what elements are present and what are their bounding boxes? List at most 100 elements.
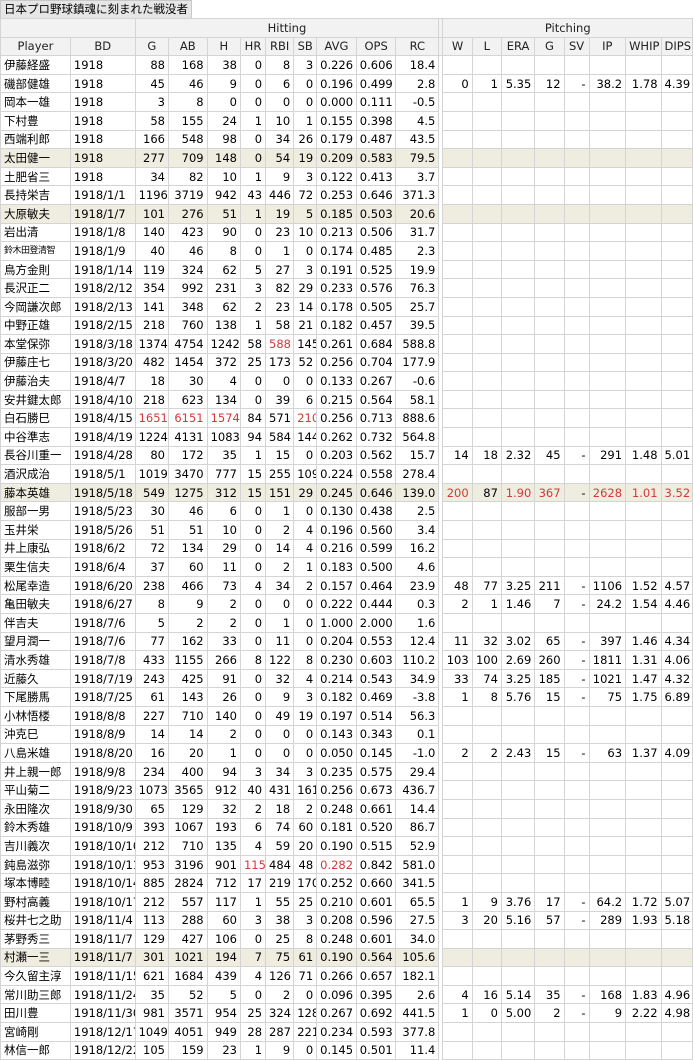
hitting-sb-cell: 3 xyxy=(293,166,318,187)
pitching-l-cell xyxy=(471,259,502,280)
pitching-w-cell xyxy=(442,352,473,373)
player-name-cell: 田川豊 xyxy=(0,1003,71,1024)
hitting-rc-cell: 581.0 xyxy=(395,854,440,875)
pitching-era-cell xyxy=(500,185,536,205)
hitting-rc-cell: 2.5 xyxy=(395,501,440,522)
pitching-g-cell xyxy=(534,203,565,224)
pitching-g-cell: 260 xyxy=(534,650,565,670)
pitching-l-cell xyxy=(471,92,502,112)
pitching-l-cell xyxy=(471,129,502,150)
hitting-rbi-cell: 34 xyxy=(265,761,295,782)
pitching-l-cell xyxy=(471,185,502,205)
pitching-ip-cell: 75 xyxy=(588,687,627,707)
pitching-whip-cell xyxy=(625,1022,662,1042)
hitting-g-cell: 981 xyxy=(134,1003,169,1024)
hitting-h-cell: 33 xyxy=(206,631,241,652)
pitching-l-cell xyxy=(471,761,502,782)
table-body: 伊藤経盛 1918 88 168 38 0 8 3 0.226 0.606 18.4 磯部健雄 1918… xyxy=(0,55,693,1060)
hitting-avg-cell: 0.155 xyxy=(316,110,357,131)
column-header-pitching-era: ERA xyxy=(500,36,536,57)
hitting-hr-cell: 8 xyxy=(239,650,267,670)
pitching-dips-cell xyxy=(660,315,693,336)
pitching-ip-cell xyxy=(588,185,627,205)
table-row: 岩出清 1918/1/8 140 423 90 0 23 10 0.213 0.506 31.7 xyxy=(0,222,693,243)
pitching-era-cell: 3.25 xyxy=(500,668,536,689)
hitting-rbi-cell: 173 xyxy=(265,352,295,373)
table-row: 白石勝巳1918/4/15165161511574845712100.2560.… xyxy=(0,408,693,429)
hitting-h-cell: 135 xyxy=(206,836,241,856)
hitting-sb-cell: 10 xyxy=(293,222,318,243)
hitting-rc-cell: 23.9 xyxy=(395,575,440,596)
pitching-whip-cell xyxy=(625,352,662,373)
hitting-sb-cell: 4 xyxy=(293,520,318,540)
pitching-w-cell xyxy=(442,1040,473,1060)
hitting-h-cell: 106 xyxy=(206,929,241,949)
hitting-avg-cell: 0.222 xyxy=(316,594,357,614)
hitting-hr-cell: 0 xyxy=(239,929,267,949)
player-name-cell: 井上親一郎 xyxy=(0,761,71,782)
pitching-whip-cell: 1.54 xyxy=(625,594,662,614)
birth-date-cell: 1918/6/27 xyxy=(69,594,136,614)
hitting-ops-cell: 2.000 xyxy=(355,613,397,633)
hitting-rc-cell: 11.4 xyxy=(395,1040,440,1060)
player-name-cell: 長持栄吉 xyxy=(0,185,71,205)
pitching-l-cell: 1 xyxy=(471,73,502,94)
pitching-w-cell: 103 xyxy=(442,650,473,670)
pitching-dips-cell xyxy=(660,166,693,187)
hitting-rbi-cell: 75 xyxy=(265,947,295,968)
birth-date-cell: 1918/4/10 xyxy=(69,389,136,410)
hitting-hr-cell: 6 xyxy=(239,817,267,838)
hitting-ops-cell: 0.413 xyxy=(355,166,397,187)
hitting-ops-cell: 0.515 xyxy=(355,836,397,856)
hitting-rc-cell: 43.5 xyxy=(395,129,440,150)
hitting-sb-cell: 0 xyxy=(293,631,318,652)
pitching-whip-cell xyxy=(625,464,662,484)
table-row: 長谷川重一 1918/4/28 80 172 35 1 15 0 0.203 0.562 15.7 1… xyxy=(0,445,693,466)
hitting-rbi-cell: 219 xyxy=(265,873,295,893)
pitching-w-cell xyxy=(442,92,473,112)
hitting-rc-cell: 16.2 xyxy=(395,538,440,559)
hitting-ops-cell: 0.657 xyxy=(355,966,397,986)
hitting-h-cell: 8 xyxy=(206,241,241,261)
hitting-ab-cell: 348 xyxy=(167,296,208,317)
hitting-sb-cell: 19 xyxy=(293,148,318,168)
pitching-sv-cell xyxy=(563,241,590,261)
pitching-w-cell xyxy=(442,110,473,131)
pitching-g-cell: 15 xyxy=(534,743,565,763)
hitting-ab-cell: 324 xyxy=(167,259,208,280)
hitting-ab-cell: 2 xyxy=(167,613,208,633)
hitting-ab-cell: 20 xyxy=(167,743,208,763)
player-name-cell: 小林悟楼 xyxy=(0,705,71,726)
hitting-ops-cell: 0.576 xyxy=(355,278,397,298)
hitting-h-cell: 51 xyxy=(206,203,241,224)
birth-date-cell: 1918/9/23 xyxy=(69,780,136,800)
pitching-era-cell xyxy=(500,408,536,429)
pitching-whip-cell xyxy=(625,92,662,112)
hitting-ab-cell: 760 xyxy=(167,315,208,336)
pitching-whip-cell: 1.93 xyxy=(625,910,662,931)
hitting-g-cell: 1224 xyxy=(134,427,169,447)
pitching-whip-cell xyxy=(625,817,662,838)
birth-date-cell: 1918/1/1 xyxy=(69,185,136,205)
hitting-g-cell: 40 xyxy=(134,241,169,261)
pitching-dips-cell xyxy=(660,185,693,205)
pitching-era-cell xyxy=(500,464,536,484)
player-name-cell: 茅野秀三 xyxy=(0,929,71,949)
hitting-h-cell: 6 xyxy=(206,501,241,522)
pitching-era-cell xyxy=(500,780,536,800)
pitching-era-cell xyxy=(500,705,536,726)
hitting-hr-cell: 0 xyxy=(239,520,267,540)
pitching-ip-cell xyxy=(588,278,627,298)
hitting-h-cell: 1242 xyxy=(206,334,241,354)
birth-date-cell: 1918/5/26 xyxy=(69,520,136,540)
hitting-ab-cell: 3565 xyxy=(167,780,208,800)
hitting-hr-cell: 1 xyxy=(239,445,267,466)
table-row: 平山菊二1918/9/2310733565912404311610.2560.6… xyxy=(0,780,693,800)
pitching-g-cell xyxy=(534,222,565,243)
hitting-h-cell: 38 xyxy=(206,55,241,75)
hitting-avg-cell: 0.190 xyxy=(316,836,357,856)
hitting-ops-cell: 0.564 xyxy=(355,389,397,410)
table-row: 藤本英雄 1918/5/18 549 1275 312 15 151 29 0.245 0.646… xyxy=(0,482,693,503)
hitting-h-cell: 0 xyxy=(206,92,241,112)
hitting-rbi-cell: 584 xyxy=(265,427,295,447)
